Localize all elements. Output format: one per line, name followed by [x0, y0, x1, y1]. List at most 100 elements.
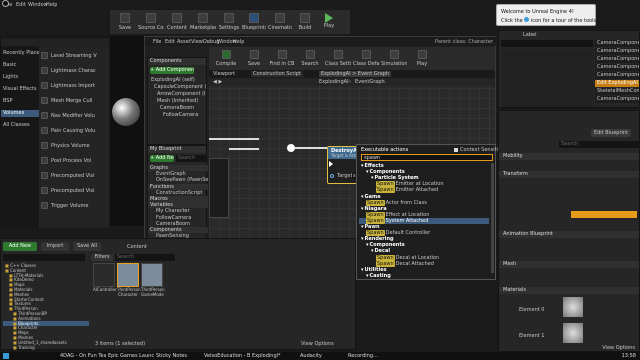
section-item[interactable]: FollowCamera: [148, 215, 208, 221]
category-volumes[interactable]: Volumes: [1, 110, 39, 117]
material-thumbnail-1[interactable]: [563, 323, 583, 343]
component-item[interactable]: ArrowComponent (Inh): [148, 91, 206, 98]
action-item[interactable]: Spawn Emitter at Location: [359, 181, 489, 188]
placeable-item[interactable]: Lightmass Import: [39, 80, 109, 92]
target-pin-icon[interactable]: [330, 174, 334, 178]
bp-toolbar-button[interactable]: Save: [241, 49, 267, 68]
menu-help[interactable]: Help: [46, 2, 57, 8]
source-control-button[interactable]: Source Control: [138, 12, 164, 32]
actions-search-input[interactable]: spawn: [361, 154, 493, 161]
material-thumbnail-0[interactable]: [563, 297, 583, 317]
section-header[interactable]: Graphs: [148, 165, 208, 171]
taskbar-app[interactable]: VelsoEducation - Bas: [204, 353, 250, 359]
section-header[interactable]: Components: [148, 227, 208, 233]
asset-tile[interactable]: ThirdPerson GameMode: [141, 263, 165, 309]
folder-item[interactable]: ■ Tracking: [3, 345, 89, 350]
bp-menu-help[interactable]: Help: [233, 39, 244, 45]
action-category[interactable]: ▾Particle System: [359, 175, 489, 181]
actions-scrollbar[interactable]: [491, 163, 494, 273]
save-all-button[interactable]: Save All: [73, 242, 101, 251]
section-header[interactable]: Variables: [148, 202, 208, 209]
bp-toolbar-button[interactable]: Search: [297, 49, 323, 68]
reroute-node[interactable]: [287, 144, 295, 152]
tab-viewport[interactable]: Viewport: [213, 71, 235, 77]
action-category[interactable]: ▾Components: [359, 242, 489, 248]
mobility-toggle[interactable]: [571, 211, 637, 218]
section-header[interactable]: Macros: [148, 196, 208, 202]
bp-toolbar-button[interactable]: Find in CB: [269, 49, 295, 68]
placeable-item[interactable]: Nav Modifier Volu: [39, 110, 109, 122]
build-button[interactable]: Build: [294, 12, 316, 32]
content-button[interactable]: Content: [166, 12, 188, 32]
action-item[interactable]: Spawn Actor from Class: [359, 199, 489, 206]
action-category[interactable]: ▾Rendering: [359, 236, 489, 242]
settings-button[interactable]: Settings: [218, 12, 240, 32]
bp-toolbar-button[interactable]: Compile: [213, 49, 239, 68]
blueprints-button[interactable]: Blueprints: [242, 12, 266, 32]
outliner-item[interactable]: CameraComponent: [595, 96, 639, 103]
category-recently-placed[interactable]: Recently Placed: [1, 50, 39, 57]
action-category[interactable]: ▾Game: [359, 194, 489, 200]
action-category[interactable]: ▾Decal: [359, 248, 489, 254]
category-basic[interactable]: Basic: [1, 62, 39, 69]
bp-toolbar-button[interactable]: Class Settings: [325, 49, 351, 68]
bp-toolbar-button[interactable]: Simulation: [381, 49, 407, 68]
outliner-item[interactable]: CameraComponent: [595, 64, 639, 71]
content-view-options[interactable]: View Options: [301, 341, 334, 347]
menu-window[interactable]: Window: [28, 2, 48, 8]
component-item[interactable]: Mesh (Inherited): [148, 98, 206, 105]
outliner-item[interactable]: CameraComponent: [595, 40, 639, 47]
details-search[interactable]: Search: [559, 141, 639, 148]
taskbar-app[interactable]: Recording...: [348, 353, 394, 359]
content-path[interactable]: Content: [127, 244, 147, 250]
action-category[interactable]: ▾Casting: [359, 273, 489, 279]
bp-menu-file[interactable]: File: [153, 39, 161, 45]
start-icon[interactable]: [3, 353, 9, 359]
bp-menu-edit[interactable]: Edit: [165, 39, 175, 45]
action-item[interactable]: Spawn Emitter Attached: [359, 187, 489, 194]
placeable-item[interactable]: Trigger Volume: [39, 200, 109, 212]
action-category[interactable]: ▾Niagara: [359, 206, 489, 212]
tab-construction-script[interactable]: Construction Script: [251, 71, 303, 77]
section-item[interactable]: My Character: [148, 208, 208, 214]
filters-button[interactable]: Filters: [91, 254, 113, 261]
taskbar-app[interactable]: Explodingl*: [252, 353, 298, 359]
placeable-item[interactable]: Physics Volume: [39, 140, 109, 152]
section-item[interactable]: OnSeePawn (PawnSen: [148, 177, 208, 183]
category-lights[interactable]: Lights: [1, 74, 39, 81]
bp-menu-asset[interactable]: Asset: [177, 39, 191, 45]
tab-event-graph[interactable]: ExplodingAI > Event Graph: [319, 71, 392, 77]
component-item[interactable]: FollowCamera: [148, 112, 206, 119]
component-item[interactable]: CameraBoom: [148, 105, 206, 112]
graph-node-stub[interactable]: [209, 158, 229, 218]
section-item[interactable]: ConstructionScript: [148, 190, 208, 196]
section-item[interactable]: EventGraph: [148, 171, 208, 177]
action-item[interactable]: Spawn System Attached: [359, 217, 489, 224]
context-sensitive-checkbox[interactable]: [454, 148, 458, 152]
outliner-item[interactable]: SkeletalMeshComponent: [595, 88, 639, 95]
details-transform-row[interactable]: Transform: [499, 171, 639, 178]
category-all-classes[interactable]: All Classes: [1, 122, 39, 129]
placeable-item[interactable]: Level Streaming V: [39, 50, 109, 62]
action-category[interactable]: ▾Effects: [359, 163, 489, 169]
outliner-item[interactable]: CameraComponent: [595, 72, 639, 79]
placeable-item[interactable]: Pain Causing Volu: [39, 125, 109, 137]
component-item[interactable]: ExplodingAI (self): [148, 77, 206, 84]
placeable-item[interactable]: Lightmass Charac: [39, 65, 109, 77]
play-button[interactable]: Play: [318, 12, 340, 32]
action-category[interactable]: ▾Pawn: [359, 224, 489, 230]
cinematics-button[interactable]: Cinematics: [268, 12, 292, 32]
asset-search[interactable]: Search: [115, 254, 175, 261]
taskbar-app[interactable]: Sticky Notes: [156, 353, 202, 359]
outliner-item[interactable]: Edit ExplodingAI: [595, 80, 639, 87]
category-bsp[interactable]: BSP: [1, 98, 39, 105]
breadcrumb-back-icon[interactable]: ◀ ▶: [213, 79, 222, 85]
section-item[interactable]: CameraBoom: [148, 221, 208, 227]
outliner-item[interactable]: CameraComponent: [595, 56, 639, 63]
details-mobility-row[interactable]: Mobility: [499, 153, 639, 160]
action-item[interactable]: Spawn Effect at Location: [359, 211, 489, 218]
details-view-options[interactable]: View Options: [602, 345, 635, 351]
action-category[interactable]: ▾Utilities: [359, 267, 489, 273]
action-item[interactable]: Spawn Decal at Location: [359, 254, 489, 261]
outliner-search[interactable]: [501, 40, 593, 47]
